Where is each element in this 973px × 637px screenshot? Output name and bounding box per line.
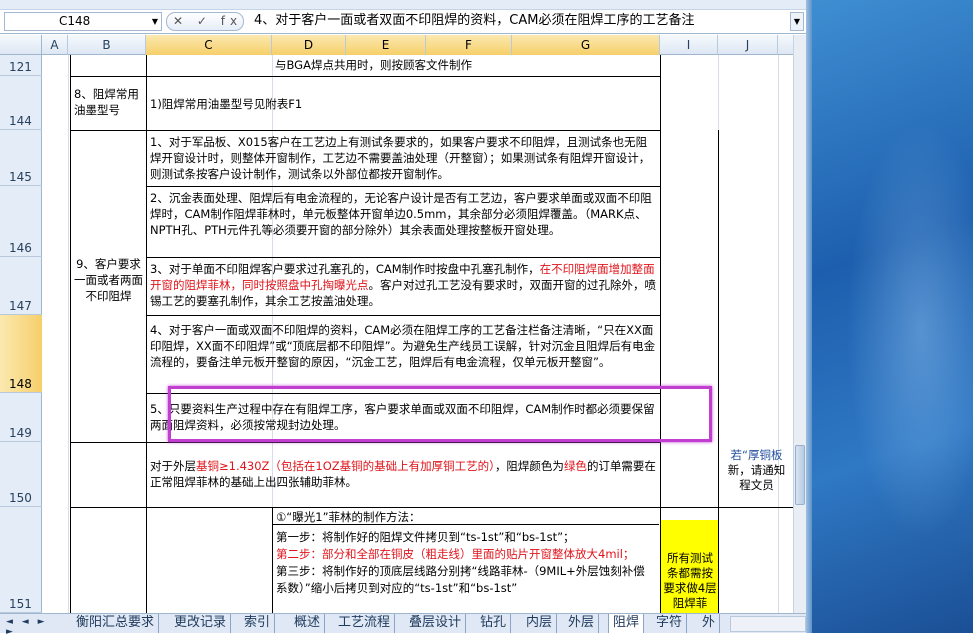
j150-line-1: 若“厚铜板 bbox=[730, 448, 783, 462]
tab-12[interactable]: 外 bbox=[698, 614, 721, 633]
c150-text-red1: 基铜≥1.430Z（包括在1OZ基铜的基础上有加厚铜工艺的） bbox=[196, 459, 495, 473]
row-header-150[interactable]: 150 bbox=[0, 442, 42, 507]
column-headers: A B C D E F G I J bbox=[0, 35, 793, 55]
tab-1[interactable]: 衡阳汇总要求 bbox=[72, 614, 160, 633]
window-border bbox=[806, 0, 812, 633]
cell-c151-steps[interactable]: 第一步：将制作好的阻焊文件拷贝到“ts-1st”和“bs-1st”； 第二步：部分… bbox=[273, 528, 659, 613]
formula-icons[interactable]: ✕ ✓ fx bbox=[166, 12, 244, 31]
col-header-i[interactable]: I bbox=[660, 35, 718, 55]
c151-step-1: 第一步：将制作好的阻焊文件拷贝到“ts-1st”和“bs-1st”； bbox=[276, 530, 575, 544]
cell-b144[interactable]: 8、阻焊常用油墨型号 bbox=[71, 85, 146, 129]
vertical-scrollbar[interactable] bbox=[793, 35, 806, 613]
col-header-a[interactable]: A bbox=[42, 35, 68, 55]
c147-text-a: 3、对于单面不印阻焊客户要求过孔塞孔的，CAM制作时按盘中孔塞孔制作， bbox=[150, 262, 540, 276]
c150-text-b: ，阻焊颜色为 bbox=[494, 459, 564, 473]
expand-formula-bar-icon[interactable]: ▼ bbox=[790, 12, 804, 31]
tab-7[interactable]: 钻孔 bbox=[476, 614, 512, 633]
col-header-f[interactable]: F bbox=[426, 35, 512, 55]
c150-text-a: 对于外层 bbox=[150, 459, 196, 473]
cell-c147[interactable]: 3、对于单面不印阻焊客户要求过孔塞孔的，CAM制作时按盘中孔塞孔制作，在不印阻焊… bbox=[147, 260, 659, 312]
cell-c146[interactable]: 2、沉金表面处理、阻焊后有电金流程的，无论客户设计是否有工艺边，客户要求单面或双… bbox=[147, 189, 659, 255]
cell-b-merged[interactable]: 9、客户要求一面或者两面不印阻焊 bbox=[71, 255, 146, 325]
tab-9[interactable]: 外层 bbox=[564, 614, 600, 633]
row-header-149[interactable]: 149 bbox=[0, 393, 42, 442]
cell-c151-title[interactable]: ①“曝光1”菲林的制作方法： bbox=[273, 508, 659, 525]
desktop-background bbox=[806, 0, 973, 633]
cell-i151[interactable]: 所有测试条都需按要求做4层阻焊菲 bbox=[662, 551, 718, 613]
sheet-tab-bar: ◄ ◄ ► ► 衡阳汇总要求 更改记录 索引 概述 工艺流程 叠层设计 钻孔 内… bbox=[0, 613, 806, 637]
row-headers: 121 144 145 146 147 148 149 150 151 bbox=[0, 55, 42, 613]
row-header-146[interactable]: 146 bbox=[0, 186, 42, 257]
name-box-value: C148 bbox=[59, 14, 91, 28]
col-header-j[interactable]: J bbox=[718, 35, 778, 55]
row-header-151[interactable]: 151 bbox=[0, 507, 42, 613]
selection-highlight-box bbox=[168, 386, 712, 442]
tab-11[interactable]: 字符 bbox=[652, 614, 688, 633]
formula-bar: C148 ▼ ✕ ✓ fx 4、对于客户一面或者双面不印阻焊的资料，CAM必须在阻… bbox=[0, 10, 806, 34]
tab-10[interactable]: 阻焊 bbox=[608, 614, 645, 633]
col-header-d[interactable]: D bbox=[272, 35, 346, 55]
chevron-down-icon[interactable]: ▼ bbox=[152, 13, 158, 30]
name-box[interactable]: C148 ▼ bbox=[4, 12, 162, 31]
cell-r121[interactable]: 与BGA焊点共用时，则按顾客文件制作 bbox=[272, 56, 660, 74]
cell-j150[interactable]: 若“厚铜板 新，请通知 程文员 bbox=[720, 448, 793, 498]
cell-grid[interactable]: 与BGA焊点共用时，则按顾客文件制作 8、阻焊常用油墨型号 1)阻焊常用油墨型号… bbox=[42, 55, 793, 613]
col-header-e[interactable]: E bbox=[346, 35, 426, 55]
row-header-144[interactable]: 144 bbox=[0, 76, 42, 130]
tab-8[interactable]: 内层 bbox=[522, 614, 558, 633]
tab-4[interactable]: 概述 bbox=[290, 614, 326, 633]
select-all-corner[interactable] bbox=[0, 35, 42, 55]
cell-c148[interactable]: 4、对于客户一面或双面不印阻焊的资料，CAM必须在阻焊工序的工艺备注栏备注清晰，… bbox=[147, 321, 659, 391]
tab-6[interactable]: 叠层设计 bbox=[405, 614, 467, 633]
scroll-thumb[interactable] bbox=[795, 445, 805, 505]
tab-nav-arrows[interactable]: ◄ ◄ ► ► bbox=[6, 617, 62, 637]
cell-c145[interactable]: 1、对于军品板、X015客户在工艺边上有测试条要求的，如果客户要求不印阻焊，且测… bbox=[147, 133, 659, 185]
desktop-glow bbox=[846, 120, 973, 540]
ribbon-edge bbox=[0, 0, 806, 10]
c151-step-3: 第三步：将制作好的顶底层线路分别拷“线路菲林-（9MIL+外层蚀刻补偿系数）”缩… bbox=[276, 564, 645, 595]
row-header-147[interactable]: 147 bbox=[0, 257, 42, 315]
row-header-121[interactable]: 121 bbox=[0, 55, 42, 76]
horizontal-scrollbar[interactable] bbox=[730, 616, 806, 632]
tab-5[interactable]: 工艺流程 bbox=[334, 614, 396, 633]
j150-line-3: 程文员 bbox=[739, 478, 774, 492]
cell-c150[interactable]: 对于外层基铜≥1.430Z（包括在1OZ基铜的基础上有加厚铜工艺的），阻焊颜色为… bbox=[147, 457, 659, 493]
tab-3[interactable]: 索引 bbox=[240, 614, 276, 633]
c151-step-2: 第二步：部分和全部在铜皮（粗走线）里面的贴片开窗整体放大4mil； bbox=[276, 547, 635, 561]
formula-input[interactable]: 4、对于客户一面或者双面不印阻焊的资料，CAM必须在阻焊工序的工艺备注 bbox=[248, 12, 788, 31]
col-header-g[interactable]: G bbox=[512, 35, 660, 55]
j150-line-2: 新，请通知 bbox=[727, 463, 786, 477]
col-header-c[interactable]: C bbox=[146, 35, 272, 55]
row-header-145[interactable]: 145 bbox=[0, 130, 42, 186]
row-header-148[interactable]: 148 bbox=[0, 315, 42, 393]
c150-text-red2: 绿色 bbox=[563, 459, 587, 473]
tab-2[interactable]: 更改记录 bbox=[170, 614, 232, 633]
cell-c144[interactable]: 1)阻焊常用油墨型号见附表F1 bbox=[147, 95, 659, 113]
col-header-b[interactable]: B bbox=[68, 35, 146, 55]
